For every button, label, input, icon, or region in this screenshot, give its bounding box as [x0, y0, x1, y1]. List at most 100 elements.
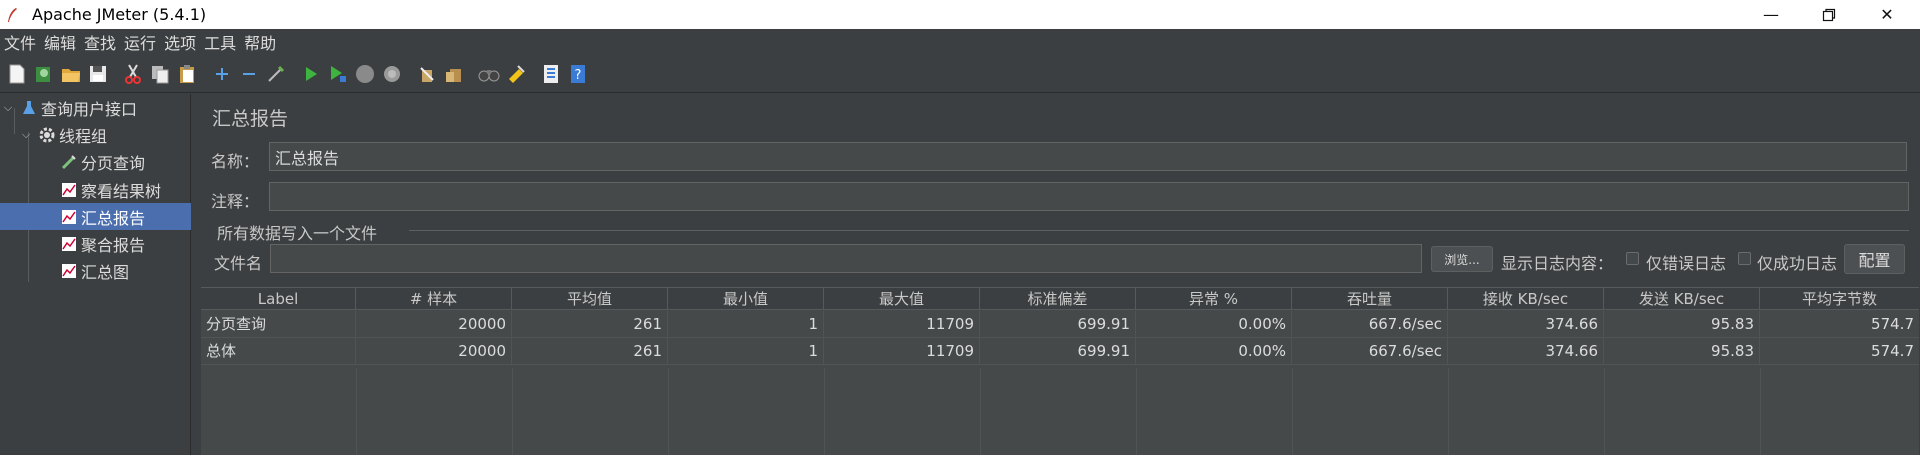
start-icon[interactable]: [300, 63, 322, 85]
column-header[interactable]: # 样本: [356, 288, 512, 310]
clear-all-icon[interactable]: [443, 63, 465, 85]
listener-icon: [60, 235, 78, 253]
templates-icon[interactable]: [33, 63, 55, 85]
column-header[interactable]: 发送 KB/sec: [1604, 288, 1760, 310]
table-cell: 11709: [824, 311, 980, 337]
start-no-pause-icon[interactable]: [327, 63, 349, 85]
open-icon[interactable]: [60, 63, 82, 85]
listener-icon: [60, 181, 78, 199]
reset-search-icon[interactable]: [505, 63, 527, 85]
menu-file[interactable]: 文件: [3, 30, 37, 54]
column-header[interactable]: Label: [201, 288, 356, 310]
tree-item-view-results-tree[interactable]: 察看结果树: [60, 176, 161, 203]
table-cell: 总体: [201, 338, 356, 364]
table-cell: 0.00%: [1136, 311, 1292, 337]
column-divider: [512, 368, 513, 455]
table-cell: 374.66: [1448, 311, 1604, 337]
tree-item-label: 分页查询: [81, 153, 146, 173]
table-cell: 574.7: [1871, 315, 1914, 333]
menu-help[interactable]: 帮助: [243, 30, 277, 54]
close-icon[interactable]: ✕: [1858, 0, 1916, 29]
column-header[interactable]: 吞吐量: [1292, 288, 1448, 310]
search-icon[interactable]: [478, 63, 500, 85]
test-plan-icon: [20, 99, 38, 117]
menu-run[interactable]: 运行: [123, 30, 157, 54]
toggle-icon[interactable]: [265, 63, 287, 85]
success-only-label: 仅成功日志: [1757, 254, 1838, 273]
browse-button[interactable]: 浏览...: [1431, 246, 1493, 272]
column-header[interactable]: 平均字节数: [1760, 288, 1919, 310]
column-header[interactable]: 标准偏差: [980, 288, 1136, 310]
collapse-icon[interactable]: [238, 63, 260, 85]
menu-tools[interactable]: 工具: [203, 30, 237, 54]
tree-item-summary-graph[interactable]: 汇总图: [60, 257, 129, 284]
table-row[interactable]: 总体 20000 261 1 11709 699.91 0.00% 667.6/…: [201, 338, 1919, 365]
tree-item-label: 察看结果树: [81, 181, 162, 201]
save-icon[interactable]: [87, 63, 109, 85]
tree-item-test-plan[interactable]: ⌵ 查询用户接口: [2, 94, 137, 121]
help-icon[interactable]: ?: [567, 63, 589, 85]
column-header[interactable]: 平均值: [512, 288, 668, 310]
expand-icon[interactable]: [211, 63, 233, 85]
table-row[interactable]: 分页查询 20000 261 1 11709 699.91 0.00% 667.…: [201, 311, 1919, 338]
shutdown-icon[interactable]: [381, 63, 403, 85]
table-cell: 95.83: [1604, 311, 1760, 337]
cut-icon[interactable]: [122, 63, 144, 85]
function-helper-icon[interactable]: [540, 63, 562, 85]
menu-options[interactable]: 选项: [163, 30, 197, 54]
name-field[interactable]: 汇总报告: [269, 142, 1907, 171]
column-divider: [1760, 368, 1761, 455]
write-all-to-file-title: 所有数据写入一个文件: [217, 224, 378, 243]
chevron-down-icon[interactable]: ⌵: [2, 101, 14, 115]
table-cell: 667.6/sec: [1292, 338, 1448, 364]
tree-item-label: 聚合报告: [81, 235, 146, 255]
configure-button[interactable]: 配置: [1844, 244, 1905, 274]
minimize-icon[interactable]: —: [1742, 0, 1800, 29]
window-title-bar: Apache JMeter (5.4.1) — ✕: [0, 0, 1920, 29]
table-cell: 261: [512, 311, 668, 337]
filename-field[interactable]: [270, 244, 1422, 273]
tree-item-label: 线程组: [59, 126, 108, 146]
menu-search[interactable]: 查找: [83, 30, 117, 54]
column-divider: [1448, 368, 1449, 455]
table-cell: 分页查询: [201, 311, 356, 337]
column-divider: [824, 368, 825, 455]
column-divider: [1292, 368, 1293, 455]
tree-item-aggregate-report[interactable]: 聚合报告: [60, 230, 145, 257]
svg-text:?: ?: [575, 68, 582, 83]
paste-icon[interactable]: [176, 63, 198, 85]
comment-field[interactable]: [269, 182, 1909, 211]
errors-only-label: 仅错误日志: [1646, 254, 1727, 273]
column-header[interactable]: 接收 KB/sec: [1448, 288, 1604, 310]
tree-item-label: 汇总图: [81, 262, 130, 282]
listener-icon: [60, 208, 78, 226]
tree-item-summary-report[interactable]: 汇总报告: [0, 203, 191, 230]
summary-table: Label # 样本 平均值 最小值 最大值 标准偏差 异常 % 吞吐量 接收 …: [201, 287, 1919, 455]
menu-bar: 文件 编辑 查找 运行 选项 工具 帮助: [0, 29, 1920, 55]
log-content-label: 显示日志内容：: [1501, 254, 1614, 273]
table-cell: 261: [512, 338, 668, 364]
table-cell: 20000: [356, 338, 512, 364]
column-divider: [356, 368, 357, 455]
success-only-checkbox[interactable]: [1738, 252, 1751, 265]
column-header[interactable]: 最大值: [824, 288, 980, 310]
tree-item-thread-group[interactable]: ⌵ 线程组: [20, 121, 107, 148]
table-cell: 699.91: [980, 311, 1136, 337]
clear-icon[interactable]: [416, 63, 438, 85]
table-cell: 20000: [356, 311, 512, 337]
name-label: 名称：: [211, 152, 260, 171]
tree-item-page-query[interactable]: 分页查询: [60, 148, 145, 175]
column-header[interactable]: 最小值: [668, 288, 824, 310]
chevron-down-icon[interactable]: ⌵: [20, 128, 32, 142]
column-divider: [980, 368, 981, 455]
maximize-icon[interactable]: [1800, 0, 1858, 29]
stop-icon[interactable]: [354, 63, 376, 85]
column-header[interactable]: 异常 %: [1136, 288, 1292, 310]
menu-edit[interactable]: 编辑: [43, 30, 77, 54]
thread-group-gear-icon: [38, 126, 56, 144]
new-icon[interactable]: [6, 63, 28, 85]
http-sampler-icon: [60, 153, 78, 171]
errors-only-checkbox[interactable]: [1626, 252, 1639, 265]
table-cell: 667.6/sec: [1292, 311, 1448, 337]
copy-icon[interactable]: [149, 63, 171, 85]
